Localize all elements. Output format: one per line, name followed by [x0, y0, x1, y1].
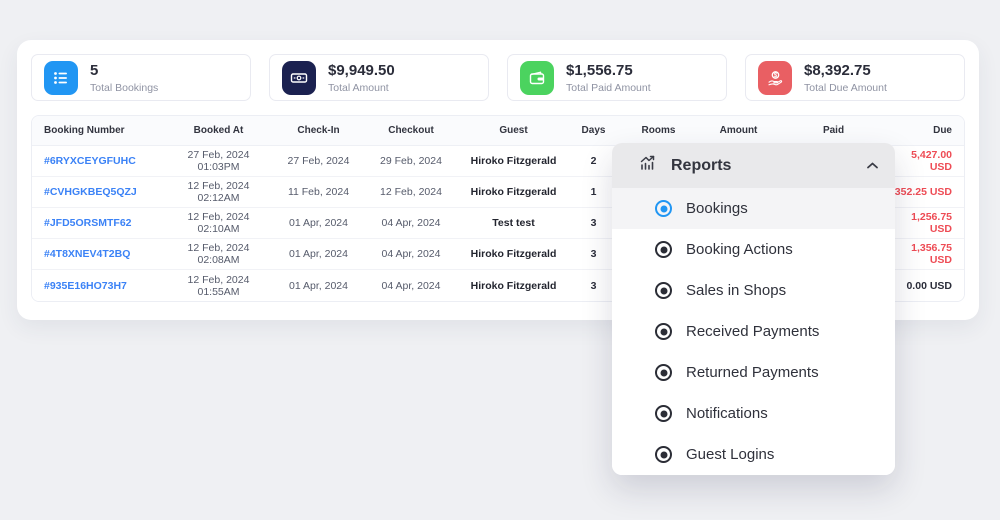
column-header-guest: Guest [456, 125, 571, 136]
column-header-checkout: Checkout [366, 125, 456, 136]
radio-icon [655, 446, 672, 463]
checkout-cell: 04 Apr, 2024 [366, 217, 456, 229]
stat-value: $9,949.50 [328, 62, 395, 80]
menu-item-returned-payments[interactable]: Returned Payments [612, 352, 895, 393]
stat-label: Total Bookings [90, 82, 158, 94]
menu-item-label: Received Payments [686, 323, 819, 340]
menu-item-label: Booking Actions [686, 241, 793, 258]
due-cell: 0.00 USD [891, 280, 952, 292]
column-header-rooms: Rooms [616, 125, 701, 136]
check-in-cell: 01 Apr, 2024 [271, 280, 366, 292]
guest-cell: Hiroko Fitzgerald [456, 155, 571, 167]
column-header-due: Due [891, 125, 952, 136]
stat-value: 5 [90, 62, 158, 80]
column-header-booking-number: Booking Number [44, 125, 166, 136]
radio-icon [655, 241, 672, 258]
column-header-days: Days [571, 125, 616, 136]
booked-at-cell: 12 Feb, 2024 02:10AM [166, 211, 271, 235]
due-cell: 1,356.75 USD [891, 242, 952, 266]
stat-value: $8,392.75 [804, 62, 887, 80]
booked-at-cell: 12 Feb, 2024 02:08AM [166, 242, 271, 266]
stat-card-total-bookings: 5 Total Bookings [31, 54, 251, 101]
menu-item-label: Notifications [686, 405, 768, 422]
booking-number-link[interactable]: #CVHGKBEQ5QZJ [44, 186, 166, 198]
days-cell: 3 [571, 248, 616, 260]
list-icon [44, 61, 78, 95]
stat-card-total-amount: $9,949.50 Total Amount [269, 54, 489, 101]
column-header-paid: Paid [776, 125, 891, 136]
chevron-up-icon [866, 157, 879, 175]
due-cell: 5,427.00 USD [891, 149, 952, 173]
stat-value: $1,556.75 [566, 62, 651, 80]
booking-number-link[interactable]: #4T8XNEV4T2BQ [44, 248, 166, 260]
check-in-cell: 01 Apr, 2024 [271, 217, 366, 229]
guest-cell: Test test [456, 217, 571, 229]
menu-item-label: Sales in Shops [686, 282, 786, 299]
menu-item-guest-logins[interactable]: Guest Logins [612, 434, 895, 475]
hand-dollar-icon: $ [758, 61, 792, 95]
reports-dropdown-toggle[interactable]: Reports [612, 143, 895, 188]
guest-cell: Hiroko Fitzgerald [456, 280, 571, 292]
menu-item-notifications[interactable]: Notifications [612, 393, 895, 434]
booked-at-cell: 12 Feb, 2024 01:55AM [166, 274, 271, 298]
reports-dropdown: Reports Bookings Booking Actions Sales i… [612, 143, 895, 475]
radio-icon [655, 405, 672, 422]
check-in-cell: 01 Apr, 2024 [271, 248, 366, 260]
booked-at-cell: 12 Feb, 2024 02:12AM [166, 180, 271, 204]
stats-row: 5 Total Bookings $9,949.50 Total Amount … [31, 54, 965, 101]
booking-number-link[interactable]: #6RYXCEYGFUHC [44, 155, 166, 167]
check-in-cell: 11 Feb, 2024 [271, 186, 366, 198]
days-cell: 2 [571, 155, 616, 167]
stat-label: Total Paid Amount [566, 82, 651, 94]
reports-dropdown-label: Reports [671, 157, 866, 175]
checkout-cell: 29 Feb, 2024 [366, 155, 456, 167]
stat-label: Total Due Amount [804, 82, 887, 94]
checkout-cell: 04 Apr, 2024 [366, 248, 456, 260]
guest-cell: Hiroko Fitzgerald [456, 186, 571, 198]
radio-icon [655, 364, 672, 381]
menu-item-label: Returned Payments [686, 364, 819, 381]
chart-icon [638, 153, 658, 178]
menu-item-label: Guest Logins [686, 446, 774, 463]
menu-item-label: Bookings [686, 200, 748, 217]
radio-icon [655, 282, 672, 299]
booked-at-cell: 27 Feb, 2024 01:03PM [166, 149, 271, 173]
column-header-booked-at: Booked At [166, 125, 271, 136]
banknote-icon [282, 61, 316, 95]
radio-icon [655, 323, 672, 340]
due-cell: 1,256.75 USD [891, 211, 952, 235]
stat-label: Total Amount [328, 82, 395, 94]
menu-item-received-payments[interactable]: Received Payments [612, 311, 895, 352]
due-cell: 352.25 USD [891, 186, 952, 198]
days-cell: 3 [571, 217, 616, 229]
days-cell: 1 [571, 186, 616, 198]
stat-card-total-paid: $1,556.75 Total Paid Amount [507, 54, 727, 101]
radio-icon [655, 200, 672, 217]
checkout-cell: 12 Feb, 2024 [366, 186, 456, 198]
column-header-check-in: Check-In [271, 125, 366, 136]
stat-card-total-due: $ $8,392.75 Total Due Amount [745, 54, 965, 101]
menu-item-booking-actions[interactable]: Booking Actions [612, 229, 895, 270]
guest-cell: Hiroko Fitzgerald [456, 248, 571, 260]
days-cell: 3 [571, 280, 616, 292]
table-header-row: Booking Number Booked At Check-In Checko… [32, 116, 964, 146]
checkout-cell: 04 Apr, 2024 [366, 280, 456, 292]
booking-number-link[interactable]: #JFD5ORSMTF62 [44, 217, 166, 229]
check-in-cell: 27 Feb, 2024 [271, 155, 366, 167]
menu-item-bookings[interactable]: Bookings [612, 188, 895, 229]
wallet-icon [520, 61, 554, 95]
column-header-amount: Amount [701, 125, 776, 136]
menu-item-sales-in-shops[interactable]: Sales in Shops [612, 270, 895, 311]
booking-number-link[interactable]: #935E16HO73H7 [44, 280, 166, 292]
